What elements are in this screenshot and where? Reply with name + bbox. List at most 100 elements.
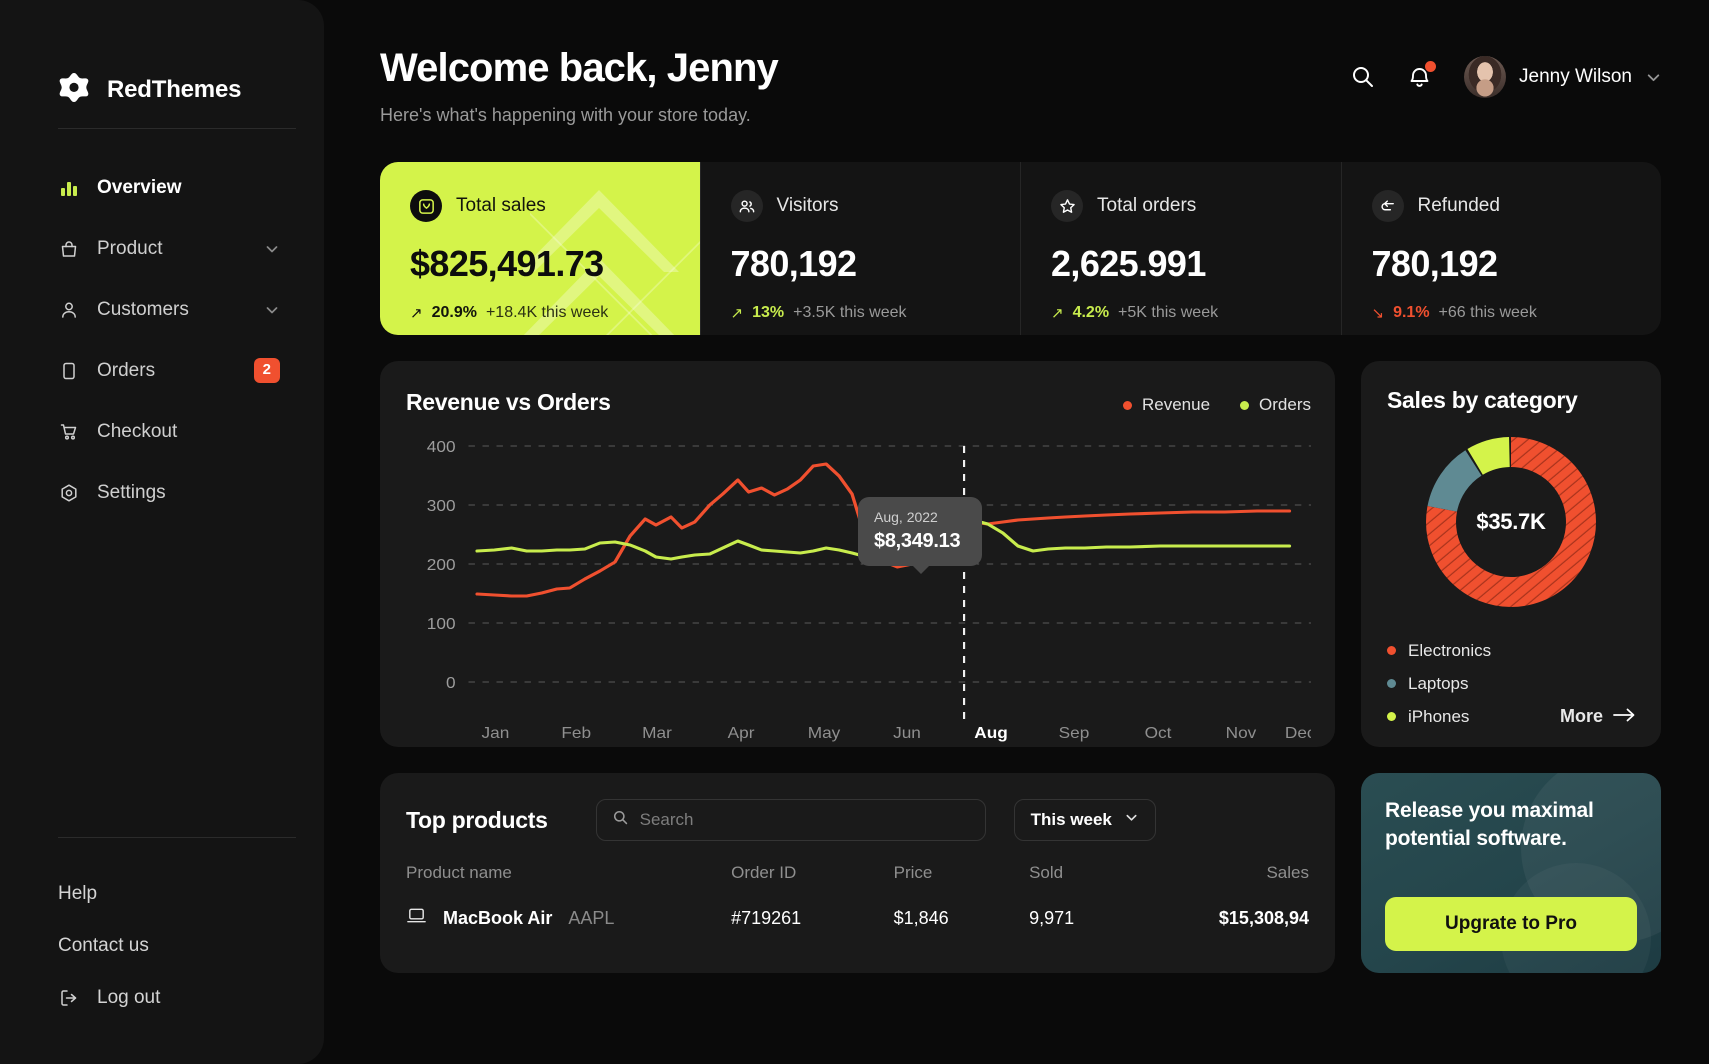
svg-text:200: 200 [427,556,456,574]
tablet-icon [58,360,80,382]
x-tick-jan: Jan [482,724,510,742]
top-products-card: Top products This week [380,773,1335,973]
stat-card-visitors[interactable]: Visitors 780,192 ↗ 13% +3.5K this week [699,162,1021,335]
table-toolbar: Top products This week [406,799,1309,841]
x-tick-dec: Dec [1285,724,1311,742]
legend-label: Revenue [1141,395,1211,414]
stat-card-refunded[interactable]: Refunded 780,192 ↘ 9.1% +66 this week [1340,162,1662,335]
svg-text:100: 100 [427,615,456,633]
sidebar-item-contact-us[interactable]: Contact us [0,920,324,972]
sidebar-item-orders[interactable]: Orders 2 [0,340,324,401]
sales-by-category-card: Sales by category $35.7K Electronics Lap… [1361,361,1661,747]
sidebar-footer-label: Contact us [58,935,149,956]
return-icon [1371,190,1404,222]
legend-item-electronics[interactable]: Electronics [1387,634,1635,667]
tooltip-tail [912,565,930,574]
charts-row: Revenue vs Orders Revenue Orders 400 300… [380,361,1661,747]
legend-item-laptops[interactable]: Laptops [1387,667,1635,700]
donut-center-value: $35.7K [1476,509,1546,534]
brand-name: RedThemes [107,76,242,103]
bottom-row: Top products This week [380,773,1661,973]
sidebar-item-label: Overview [97,176,182,198]
trend-down-icon: ↘ [1371,305,1385,322]
legend-label: iPhones [1408,706,1470,726]
sidebar-nav: Overview Product Customers Orders 2 Chec… [0,129,324,837]
chart-tooltip: Aug, 2022 $8,349.13 [858,497,982,574]
sidebar-footer-label: Help [58,883,98,904]
sidebar-item-log-out[interactable]: Log out [0,972,324,1024]
sidebar-item-checkout[interactable]: Checkout [0,401,324,462]
x-tick-sep: Sep [1059,724,1090,742]
stat-delta: ↗ 4.2% +5K this week [1051,304,1311,322]
legend-dot [1387,712,1396,721]
user-menu[interactable]: Jenny Wilson [1464,56,1661,98]
upgrade-to-pro-button[interactable]: Upgrate to Pro [1385,897,1637,951]
products-table: Product name Order ID Price Sold Sales M… [406,863,1309,931]
arrow-right-icon [1613,706,1635,727]
cart-icon [58,421,80,443]
search-box[interactable] [595,799,986,841]
chevron-down-icon [264,302,280,318]
legend-dot [1122,400,1132,410]
stat-value: $825,491.73 [410,243,604,284]
page-subtitle: Here's what's happening with your store … [380,105,751,125]
legend-item-iphones[interactable]: iPhones [1387,707,1469,727]
column-header-product-name: Product name [406,863,512,882]
more-label: More [1559,706,1603,726]
sidebar-item-overview[interactable]: Overview [0,157,324,218]
column-header-sold: Sold [1029,863,1064,882]
user-icon [58,299,80,321]
donut-chart[interactable]: $35.7K [1387,430,1635,614]
stat-label: Visitors [776,195,839,216]
search-icon[interactable] [1348,62,1378,92]
card-title: Top products [406,806,548,833]
sidebar-item-settings[interactable]: Settings [0,462,324,523]
search-input[interactable] [639,810,970,830]
bell-icon[interactable] [1404,61,1436,92]
chart-header: Revenue vs Orders Revenue Orders [406,389,1311,416]
stat-header: Total sales [410,190,670,222]
stat-note: +18.4K this week [485,304,609,321]
legend-item-revenue[interactable]: Revenue [1122,395,1211,415]
page-header: Welcome back, Jenny Here's what's happen… [380,46,1661,126]
legend-dot [1387,679,1396,688]
date-range-select[interactable]: This week [1013,799,1156,841]
sidebar-item-help[interactable]: Help [0,868,324,920]
product-name: MacBook Air [443,907,553,928]
legend-dot [1387,646,1396,655]
sidebar-item-label: Product [97,237,163,259]
legend-dot [1240,400,1250,410]
promo-text: Release you maximal potential software. [1385,799,1594,850]
stat-card-total-orders[interactable]: Total orders 2,625.991 ↗ 4.2% +5K this w… [1020,162,1341,335]
table-row[interactable]: MacBook Air AAPL #719261 $1,846 9,971 $1… [406,903,1309,931]
more-link[interactable]: More [1560,706,1635,727]
chart-legend: Revenue Orders [1122,389,1311,415]
line-chart-plot[interactable]: 400 300 200 100 0 Aug, 2022 $8,349.13 Ja… [406,432,1311,742]
donut-legend: Electronics Laptops iPhones More [1387,634,1635,733]
sidebar-item-product[interactable]: Product [0,218,324,279]
bar-chart-icon [58,177,80,199]
chevron-down-icon [1645,69,1661,85]
stat-header: Total orders [1051,190,1311,222]
product-ticker: AAPL [568,907,615,928]
stat-delta: ↗ 13% +3.5K this week [731,304,991,322]
legend-item-orders[interactable]: Orders [1240,395,1311,415]
stat-note: +3.5K this week [793,304,907,321]
user-name: Jenny Wilson [1519,66,1632,87]
trend-up-icon: ↗ [1051,305,1064,322]
x-tick-mar: Mar [642,724,672,742]
star-icon [1051,190,1083,222]
sidebar-item-customers[interactable]: Customers [0,279,324,340]
brand: RedThemes [0,0,324,128]
page-title: Welcome back, Jenny [380,46,779,90]
stat-label: Refunded [1417,195,1500,216]
stat-card-total-sales[interactable]: Total sales $825,491.73 ↗ 20.9% +18.4K t… [380,162,700,335]
chevron-down-icon [1124,810,1139,830]
stat-value: 780,192 [1371,243,1499,284]
legend-row-iphones-more: iPhones More [1387,700,1635,733]
stat-delta: ↘ 9.1% +66 this week [1372,304,1632,322]
laptop-icon [406,905,427,931]
stat-header: Refunded [1371,190,1632,222]
stat-percent: 4.2% [1072,304,1110,321]
column-header-price: Price [893,863,933,882]
